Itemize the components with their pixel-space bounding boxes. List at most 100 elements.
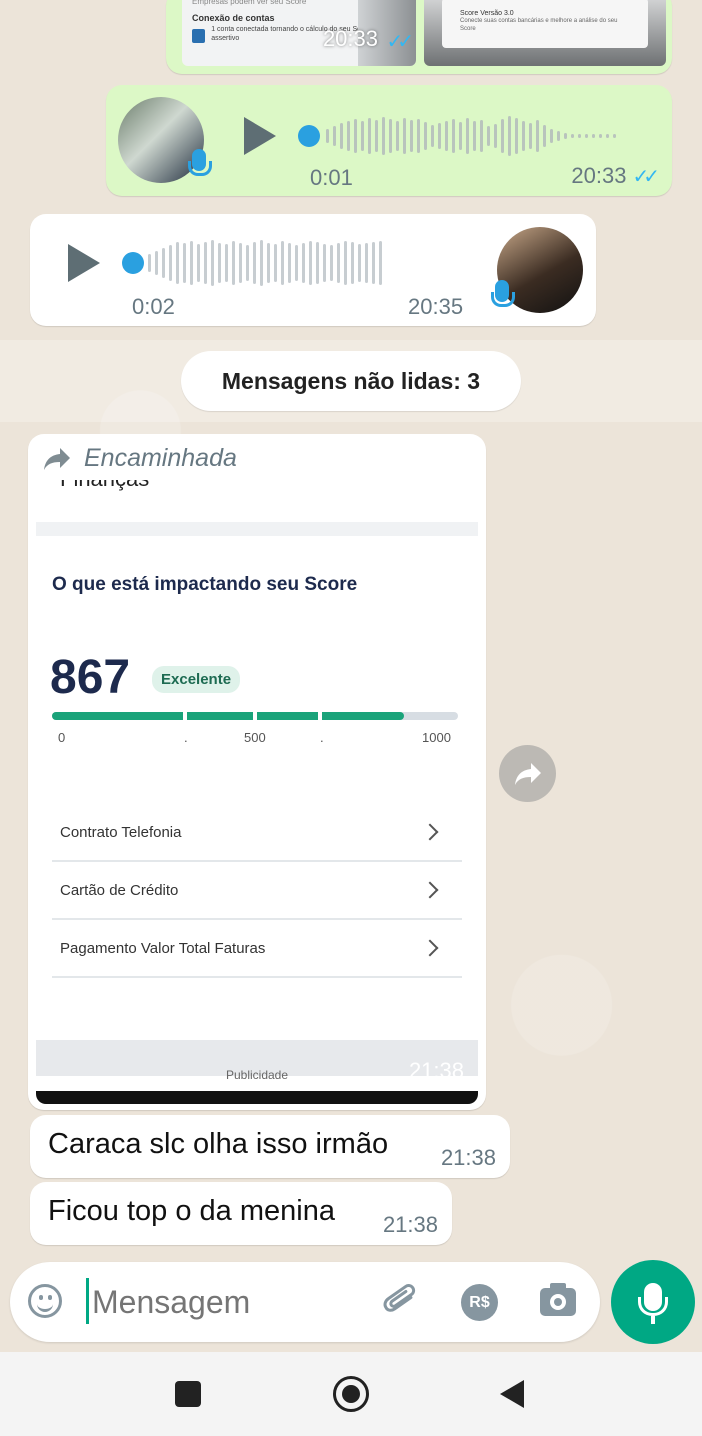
text-message[interactable]: Ficou top o da menina 21:38 [30,1182,452,1245]
waveform-bar [316,242,319,284]
thumb2-heading: Score Versão 3.0 [460,10,514,17]
waveform-bar [361,121,364,151]
voice-message-incoming[interactable]: 0:02 20:35 [30,214,596,326]
waveform-bar [606,134,609,138]
forwarded-image[interactable]: Finanças O que está impactando seu Score… [36,480,478,1104]
camera-icon[interactable] [540,1283,576,1316]
bank-icon [192,29,206,43]
play-icon[interactable] [68,244,100,282]
media-time: 20:33 [322,26,378,51]
waveform-bar [379,241,382,285]
waveform-bar [459,122,462,150]
waveform-bar [340,123,343,149]
nav-home-icon[interactable] [333,1376,369,1412]
message-time: 21:38 [382,1212,438,1237]
play-icon[interactable] [244,117,276,155]
waveform-bar [351,242,354,284]
waveform-bar [239,243,242,283]
media-thumbnail-2[interactable]: Score Versão 3.0 Conecte suas contas ban… [424,0,666,66]
waveform-bar [543,125,546,147]
score-bar [52,712,458,720]
forward-icon [514,762,541,785]
audio-waveform[interactable] [148,240,382,286]
payment-icon[interactable]: R$ [461,1284,498,1321]
score-badge: Excelente [152,666,241,693]
waveform-bar [389,119,392,153]
waveform-bar [403,118,406,154]
waveform-bar [326,129,329,143]
audio-waveform[interactable] [326,115,616,157]
score-value: 867 [50,651,131,704]
waveform-bar [473,121,476,151]
waveform-bar [281,241,284,285]
forward-button[interactable] [499,745,556,802]
waveform-bar [452,119,455,153]
waveform-bar [375,120,378,152]
waveform-bar [410,120,413,152]
voice-mic-icon [188,149,212,176]
list-item[interactable]: Pagamento Valor Total Faturas [52,920,462,978]
read-ticks-icon: ✓✓ [386,31,413,53]
message-composer: R$ [10,1262,600,1342]
attach-icon[interactable] [382,1282,422,1322]
media-message[interactable]: Empresas podem ver seu Score Conexão de … [166,0,672,74]
waveform-bar [344,241,347,285]
waveform-bar [466,118,469,154]
waveform-bar [368,118,371,154]
voice-mic-icon [491,280,515,307]
waveform-bar [148,254,151,272]
read-ticks-icon: ✓✓ [632,165,659,188]
waveform-bar [155,251,158,275]
waveform-bar [592,134,595,138]
waveform-bar [183,243,186,283]
waveform-bar [613,134,616,138]
voice-record-button[interactable] [611,1260,695,1344]
thumb2-body: Conecte suas contas bancárias e melhore … [460,18,618,32]
waveform-bar [333,126,336,146]
list-item[interactable]: Contrato Telefonia [52,804,462,862]
waveform-bar [522,121,525,151]
thumb1-line: 1 conta conectada [211,26,269,33]
emoji-icon[interactable] [28,1284,62,1318]
score-scale: 0 . 500 . 1000 [58,730,451,745]
forwarded-label: Encaminhada [84,444,237,472]
waveform-bar [494,124,497,148]
waveform-bar [232,241,235,285]
waveform-bar [365,243,368,283]
waveform-bar [190,241,193,285]
waveform-bar [354,119,357,153]
waveform-bar [197,244,200,282]
forwarded-image-message[interactable]: Encaminhada Finanças O que está impactan… [28,434,486,1110]
playback-position-dot[interactable] [122,252,144,274]
message-input[interactable] [90,1276,364,1328]
ad-banner [36,1091,478,1104]
waveform-bar [508,116,511,156]
waveform-bar [536,120,539,152]
partial-heading: Finanças [60,480,149,492]
image-time: 21:38 [408,1058,464,1083]
unread-messages-banner: Mensagens não lidas: 3 [181,351,521,411]
section-title: O que está impactando seu Score [52,574,358,595]
waveform-bar [253,242,256,284]
list-item[interactable]: Cartão de Crédito [52,862,462,920]
score-bar-fill [52,712,404,720]
waveform-bar [372,242,375,284]
media-thumbnail-1[interactable]: Empresas podem ver seu Score Conexão de … [182,0,416,66]
waveform-bar [396,121,399,151]
waveform-bar [564,133,567,139]
waveform-bar [382,117,385,155]
text-message[interactable]: Caraca slc olha isso irmão 21:38 [30,1115,510,1178]
unread-label: Mensagens não lidas: 3 [221,367,481,394]
waveform-bar [438,123,441,149]
waveform-bar [211,240,214,286]
nav-back-icon[interactable] [500,1380,524,1408]
waveform-bar [501,119,504,153]
waveform-bar [515,118,518,154]
playback-position-dot[interactable] [298,125,320,147]
nav-recents-icon[interactable] [175,1381,201,1407]
message-time: 20:35 [408,294,464,319]
message-text: Ficou top o da menina [48,1195,335,1227]
waveform-bar [445,121,448,151]
voice-message-outgoing[interactable]: 0:01 20:33 ✓✓ [106,85,672,196]
message-text: Caraca slc olha isso irmão [48,1128,389,1160]
